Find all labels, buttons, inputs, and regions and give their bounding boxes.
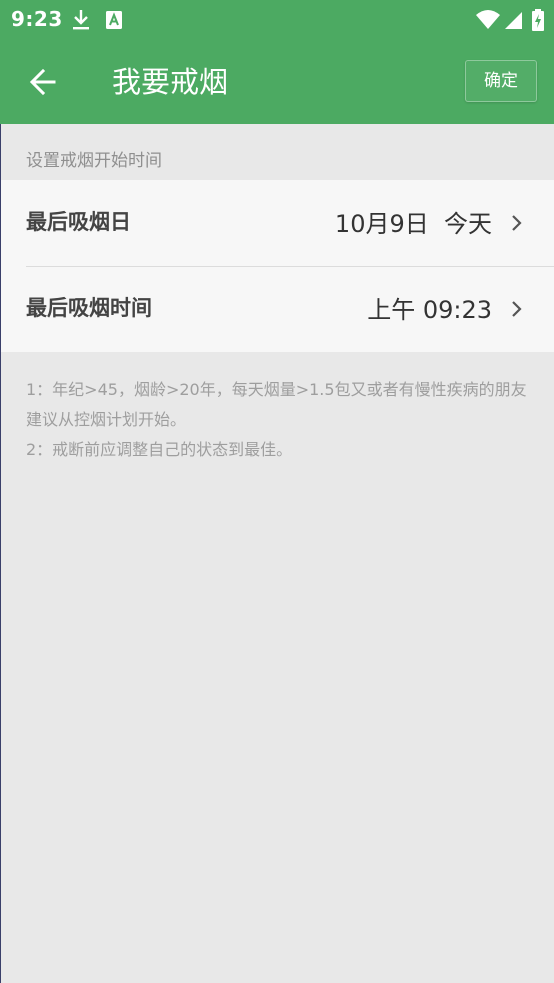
- page-title: 我要戒烟: [112, 65, 229, 99]
- status-bar: 9:23: [0, 0, 554, 40]
- last-smoke-date-row[interactable]: 最后吸烟日 10月9日 今天: [0, 180, 554, 266]
- arrow-left-icon: [29, 68, 56, 96]
- tip-item: 1：年纪>45，烟龄>20年，每天烟量>1.5包又或者有慢性疾病的朋友建议从控烟…: [26, 380, 527, 429]
- last-smoke-time-row[interactable]: 最后吸烟时间 上午 09:23: [0, 266, 554, 352]
- last-smoke-date-value: 10月9日 今天: [334, 210, 492, 238]
- status-time: 9:23: [11, 7, 63, 31]
- back-button[interactable]: [24, 60, 64, 104]
- download-icon: [70, 8, 92, 32]
- chevron-right-icon: [510, 212, 524, 234]
- wifi-icon: [475, 8, 501, 32]
- font-a-icon: [104, 8, 126, 32]
- section-header: 设置戒烟开始时间: [26, 151, 162, 171]
- left-edge-line: [0, 124, 1, 983]
- battery-charging-icon: [530, 8, 546, 32]
- last-smoke-time-value: 上午 09:23: [367, 296, 492, 324]
- tip-item: 2：戒断前应调整自己的状态到最佳。: [26, 440, 293, 459]
- chevron-right-icon: [510, 298, 524, 320]
- tips-notes: 1：年纪>45，烟龄>20年，每天烟量>1.5包又或者有慢性疾病的朋友建议从控烟…: [26, 375, 536, 465]
- signal-icon: [503, 8, 525, 32]
- last-smoke-time-label: 最后吸烟时间: [26, 296, 152, 320]
- app-bar: 我要戒烟 确定: [0, 40, 554, 124]
- confirm-button[interactable]: 确定: [465, 60, 537, 102]
- last-smoke-date-label: 最后吸烟日: [26, 210, 131, 234]
